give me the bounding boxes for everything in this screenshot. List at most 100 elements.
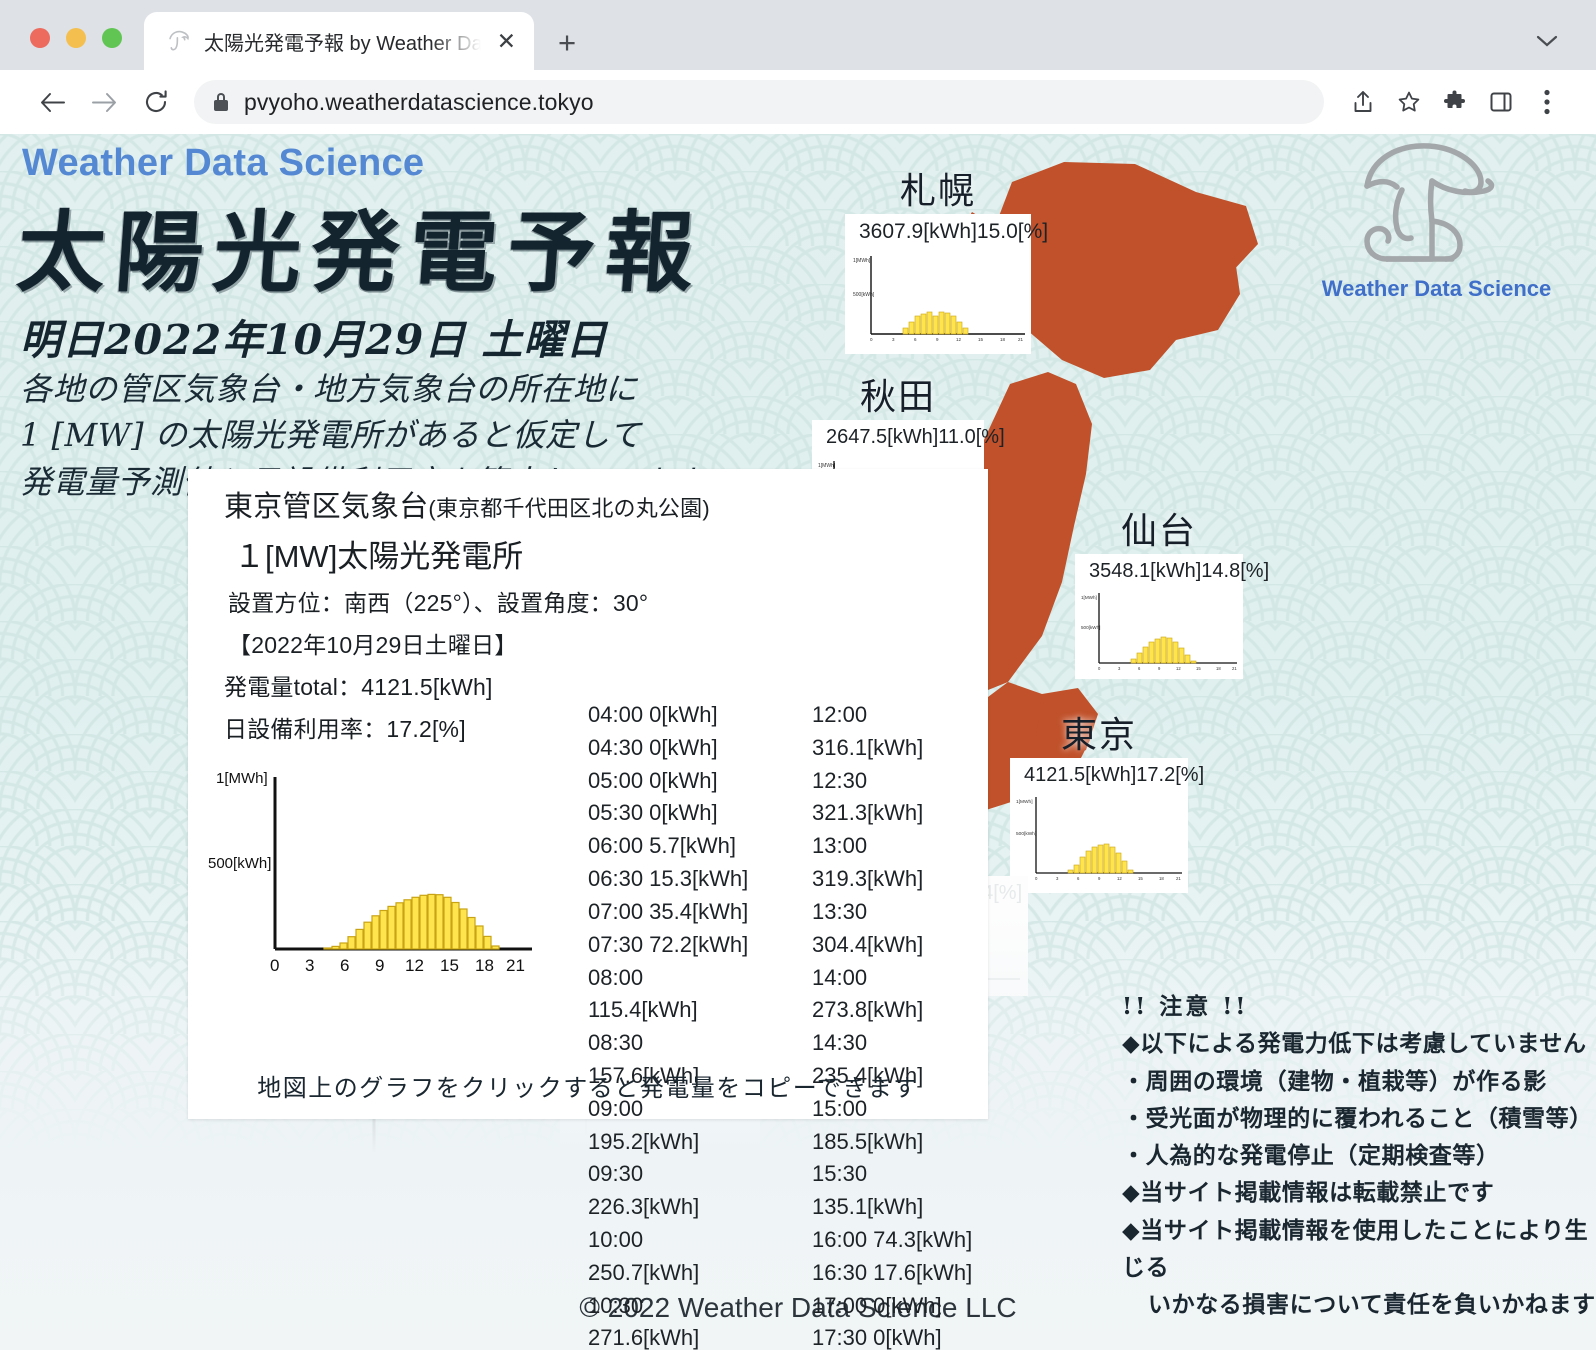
table-row: 05:00 0[kWh]	[588, 767, 718, 793]
back-icon[interactable]	[26, 80, 78, 124]
svg-text:3: 3	[1056, 876, 1059, 881]
svg-text:15: 15	[1138, 876, 1143, 881]
city-card-sendai[interactable]: 仙台 3548.1[kWh] 14.8[%] 1[MWh] 500[kWh] 0…	[1075, 502, 1269, 679]
table-row: 14:00 273.8[kWh]	[812, 964, 924, 1023]
browser-menu-icon[interactable]	[1524, 80, 1570, 124]
svg-text:6: 6	[914, 337, 917, 342]
svg-text:15: 15	[978, 337, 984, 342]
city-chart-card[interactable]: 3607.9[kWh] 15.0[%] 1[MWh] 500[kWh] 0 3 …	[845, 214, 1048, 354]
city-energy: 3548.1[kWh]	[1089, 560, 1202, 582]
minimize-window-button[interactable]	[66, 28, 86, 48]
popup-copy-hint: 地図上のグラフをクリックすると発電量をコピーできます	[257, 1074, 919, 1102]
city-mini-chart[interactable]: 1[MWh] 500[kWh] 036 9 12 15 18 21	[1075, 585, 1243, 673]
city-rate: 11.0[%]	[938, 426, 1005, 448]
svg-text:21: 21	[1176, 876, 1181, 881]
forward-icon[interactable]	[78, 80, 130, 124]
maximize-window-button[interactable]	[102, 28, 122, 48]
city-name: 仙台	[1120, 510, 1197, 551]
city-rate: 9.3[%]	[214, 1212, 271, 1234]
city-chart-card[interactable]: 4121.5[kWh] 17.2[%] 1[MWh] 500[kWh] 0 3 …	[1010, 758, 1204, 893]
svg-text:18: 18	[475, 956, 494, 975]
city-card-tokyo[interactable]: 東京 4121.5[kWh] 17.2[%] 1[MWh] 500[kWh] 0…	[1010, 706, 1204, 893]
svg-text:15: 15	[1196, 666, 1201, 671]
svg-text:12: 12	[956, 337, 962, 342]
svg-text:18: 18	[1000, 337, 1006, 342]
browser-toolbar: pvyoho.weatherdatascience.tokyo	[0, 70, 1596, 134]
svg-text:500[kWh]: 500[kWh]	[93, 1271, 112, 1276]
city-chart-card[interactable]: 3548.1[kWh] 14.8[%] 1[MWh] 500[kWh] 0 3 …	[1075, 554, 1269, 679]
chart-y-top-label: 1[MWh]	[216, 770, 268, 787]
svg-text:1[MWh]: 1[MWh]	[1016, 799, 1033, 805]
share-icon[interactable]	[1340, 80, 1386, 124]
address-bar[interactable]: pvyoho.weatherdatascience.tokyo	[194, 80, 1324, 124]
svg-text:3: 3	[892, 337, 895, 342]
city-mini-chart[interactable]: 1[MWh] 500[kWh] 036 9 12 15 18 21	[845, 246, 1031, 344]
new-tab-button[interactable]: +	[558, 27, 576, 58]
table-row: 12:00 316.1[kWh]	[812, 702, 924, 760]
table-row: 06:00 5.7[kWh]	[588, 833, 736, 859]
popup-orientation: 設置方位：南西（225°）、設置角度：30°	[228, 590, 649, 616]
side-panel-icon[interactable]	[1478, 80, 1524, 124]
table-row: 13:00 319.3[kWh]	[812, 833, 924, 892]
extensions-puzzle-icon[interactable]	[1432, 80, 1478, 124]
close-window-button[interactable]	[30, 28, 50, 48]
city-name: 東京	[1060, 714, 1137, 755]
city-mini-chart[interactable]: 1[MWh] 500[kWh] 036 9 12 15 18 21	[1010, 789, 1188, 884]
svg-text:12: 12	[1176, 666, 1181, 671]
notice-line-5: ◆当サイト掲載情報は転載禁止です	[1122, 1179, 1495, 1207]
notice-title: !! 注意 !!	[1122, 993, 1249, 1020]
tab-close-icon[interactable]: ✕	[493, 29, 520, 53]
svg-text:6: 6	[1138, 666, 1141, 671]
svg-text:12: 12	[405, 956, 424, 975]
svg-text:0: 0	[1035, 876, 1038, 881]
city-card-sapporo[interactable]: 札幌 3607.9[kWh] 15.0[%] 1[MWh] 500[kWh] 0…	[845, 162, 1048, 354]
svg-text:21: 21	[506, 956, 525, 975]
popup-chart-svg[interactable]: 1[MWh] 500[kWh] 0 3 6 9 12 15 18 21	[206, 759, 536, 979]
url-text: pvyoho.weatherdatascience.tokyo	[244, 88, 594, 115]
svg-text:1[MWh]: 1[MWh]	[1081, 595, 1097, 600]
forecast-date: 明日2022年10月29日 土曜日	[20, 316, 608, 364]
page-title: 太陽光発電予報	[13, 200, 708, 304]
svg-text:0: 0	[870, 337, 873, 342]
bookmark-star-icon[interactable]	[1386, 80, 1432, 124]
svg-text:1[MWh]: 1[MWh]	[853, 258, 871, 264]
notice-line-3: ・受光面が物理的に覆われること（積雪等）	[1122, 1104, 1593, 1132]
chart-x-ticks: 0 3 6 9 12 15 18 21	[270, 956, 525, 975]
window-controls	[0, 28, 122, 70]
notice-line-6: ◆当サイト掲載情報を使用したことにより生じる	[1122, 1216, 1589, 1281]
city-rate: 17.2[%]	[1136, 764, 1205, 786]
svg-text:21: 21	[1232, 666, 1237, 671]
notice-line-2: ・周囲の環境（建物・植栽等）が作る影	[1122, 1067, 1547, 1095]
popup-station-title: 東京管区気象台(東京都千代田区北の丸公園)	[188, 469, 988, 525]
table-row: 07:00 35.4[kWh]	[588, 898, 749, 924]
popup-generation-table: 04:00 0[kWh] 04:30 0[kWh] 05:00 0[kWh] 0…	[588, 699, 978, 1350]
svg-text:1[MWh]: 1[MWh]	[93, 1247, 109, 1252]
browser-tab[interactable]: 太陽光発電予報 by Weather Data ✕	[144, 12, 534, 70]
table-row: 04:30 0[kWh]	[588, 734, 718, 760]
svg-text:12: 12	[1117, 876, 1122, 881]
popup-plant-capacity: １[MW]太陽光発電所	[234, 539, 524, 574]
logo-caption: Weather Data Science	[1321, 276, 1552, 301]
chevron-down-icon[interactable]	[1536, 31, 1558, 54]
city-energy: 2235.9[kWh]	[102, 1212, 215, 1234]
table-row: 06:30 15.3[kWh]	[588, 866, 749, 892]
svg-text:15: 15	[440, 956, 459, 975]
svg-text:0: 0	[1098, 666, 1101, 671]
city-name: 秋田	[859, 376, 936, 417]
popup-date: 【2022年10月29日土曜日】	[228, 632, 518, 658]
city-name: 札幌	[899, 170, 976, 211]
city-rate: 14.8[%]	[1201, 560, 1270, 582]
station-detail-popup[interactable]: 東京管区気象台(東京都千代田区北の丸公園) １[MW]太陽光発電所 設置方位：南…	[188, 469, 988, 1350]
description-line-2: 1 [MW] の太陽光発電所があると仮定して	[20, 416, 642, 455]
table-row: 05:30 0[kWh]	[588, 800, 718, 826]
table-row: 16:30 17.6[kWh]	[812, 1259, 973, 1285]
svg-text:18: 18	[1159, 876, 1164, 881]
popup-total-energy: 発電量total：4121.5[kWh]	[224, 674, 493, 700]
table-row: 07:30 72.2[kWh]	[588, 931, 749, 957]
city-energy: 2647.5[kWh]	[826, 426, 939, 448]
popup-generation-chart[interactable]: 1[MWh] 500[kWh] 0 3 6 9 12 15 18 21	[206, 759, 536, 979]
notice-block: !! 注意 !! ◆以下による発電力低下は考慮していません ・周囲の環境（建物・…	[1122, 988, 1596, 1323]
svg-text:21: 21	[1018, 337, 1024, 342]
site-brand: Weather Data Science	[22, 142, 425, 184]
reload-icon[interactable]	[130, 80, 182, 124]
